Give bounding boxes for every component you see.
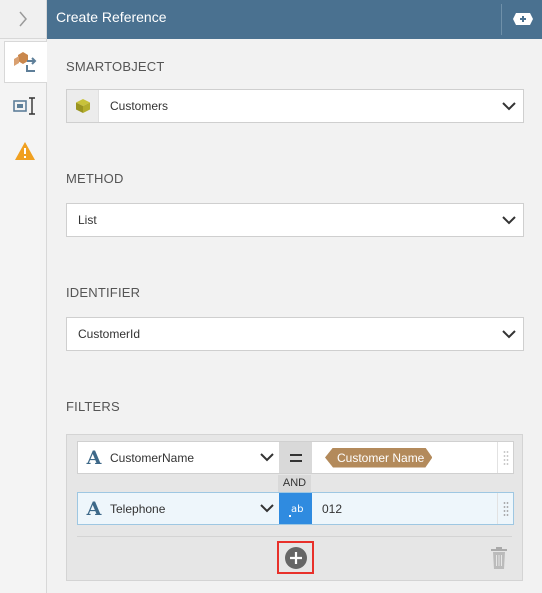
smartobject-value: Customers — [110, 99, 169, 113]
filter-value-chip[interactable]: Customer Name — [325, 448, 432, 468]
reference-icon — [14, 52, 37, 72]
filters-box: A CustomerName Customer Name AND A Telep… — [66, 434, 523, 581]
filter-field-name: CustomerName — [110, 450, 195, 465]
filter-row: A Telephone ab 012 — [77, 492, 514, 525]
filter-value-text: 012 — [322, 501, 343, 516]
smartobject-icon-box — [67, 90, 99, 122]
add-filter-button[interactable] — [277, 541, 314, 574]
chevron-right-icon — [19, 11, 27, 27]
filter-field-select[interactable]: A Telephone — [78, 493, 279, 524]
header-action-button[interactable] — [512, 10, 534, 28]
method-label: METHOD — [66, 171, 124, 186]
filters-label: FILTERS — [66, 399, 120, 414]
identifier-label: IDENTIFIER — [66, 285, 141, 300]
text-type-icon: A — [86, 446, 102, 469]
identifier-select[interactable]: CustomerId — [66, 317, 524, 351]
method-value: List — [78, 213, 97, 227]
delete-filter-button[interactable] — [489, 546, 509, 570]
smartobject-cube-icon — [75, 99, 90, 113]
properties-icon — [13, 97, 35, 115]
panel-header: Create Reference — [47, 0, 542, 39]
drag-handle-icon[interactable] — [497, 442, 513, 473]
chevron-down-icon[interactable] — [495, 215, 523, 225]
filter-operator-button[interactable] — [279, 442, 312, 473]
filter-field-select[interactable]: A CustomerName — [78, 442, 279, 473]
identifier-value: CustomerId — [78, 327, 141, 341]
add-reference-icon — [513, 13, 533, 25]
smartobject-select[interactable]: Customers — [66, 89, 524, 123]
warning-icon — [15, 142, 35, 160]
filter-value-type-button[interactable]: ab — [279, 493, 312, 524]
panel-title: Create Reference — [56, 9, 167, 25]
filters-divider — [77, 536, 512, 537]
method-select[interactable]: List — [66, 203, 524, 237]
chevron-down-icon[interactable] — [255, 453, 279, 462]
add-filter-icon — [284, 546, 307, 569]
text-value-icon: ab — [288, 504, 303, 517]
chevron-down-icon[interactable] — [495, 329, 523, 339]
side-rail — [0, 0, 47, 593]
text-type-icon: A — [86, 497, 102, 520]
rail-tab-reference[interactable] — [4, 41, 47, 83]
chevron-down-icon[interactable] — [495, 101, 523, 111]
chevron-down-icon[interactable] — [255, 504, 279, 513]
filter-field-name: Telephone — [110, 501, 166, 516]
equals-icon — [289, 453, 302, 462]
filter-value-area[interactable]: Customer Name — [312, 442, 498, 473]
svg-text:ab: ab — [291, 504, 303, 515]
rail-tab-warnings[interactable] — [4, 130, 46, 172]
drag-handle-icon[interactable] — [497, 493, 513, 524]
smartobject-label: SMARTOBJECT — [66, 59, 165, 74]
collapse-button[interactable] — [0, 0, 46, 39]
rail-tab-properties[interactable] — [4, 85, 46, 127]
trash-icon — [491, 547, 507, 569]
create-reference-panel: SMARTOBJECT Customers METHOD List IDENTI… — [47, 39, 542, 593]
header-divider — [501, 4, 502, 35]
filter-conjunction[interactable]: AND — [278, 475, 311, 492]
filter-row: A CustomerName Customer Name — [77, 441, 514, 474]
filter-value-input[interactable]: 012 — [312, 493, 498, 524]
